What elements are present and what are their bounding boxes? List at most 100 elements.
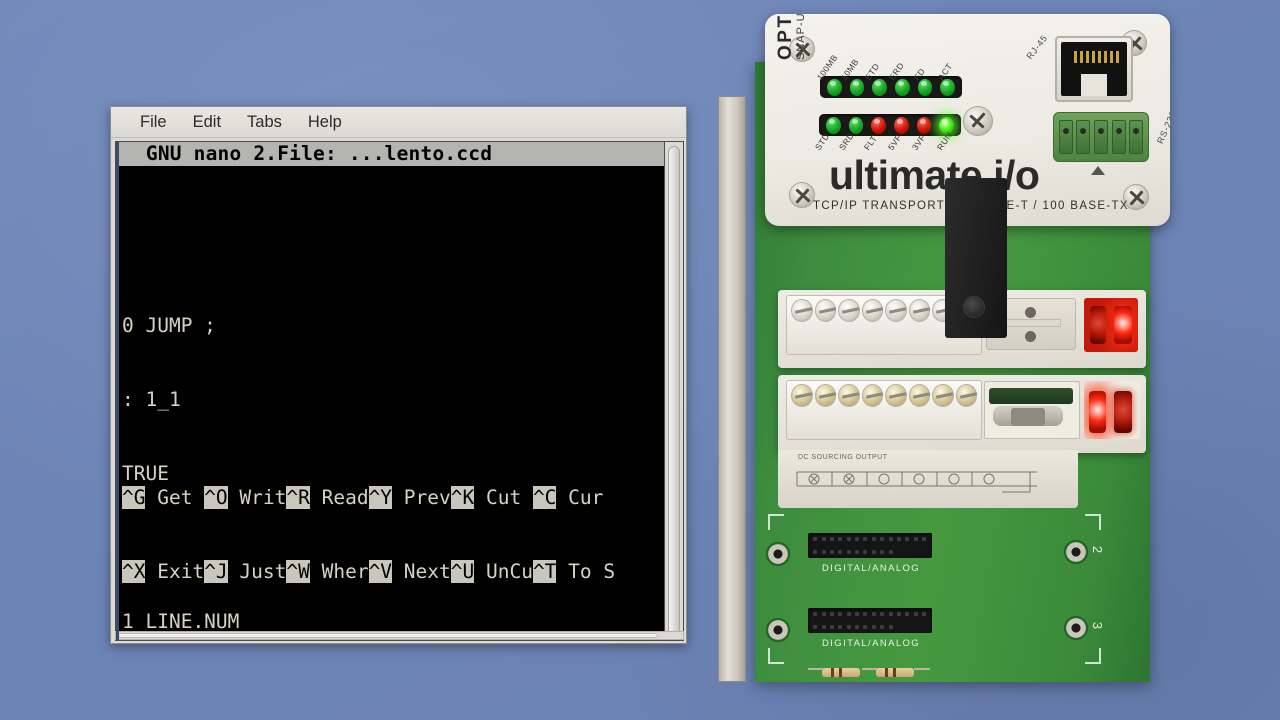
- led-srd: [848, 116, 864, 134]
- rs232-pin: [1058, 120, 1073, 154]
- menu-help[interactable]: Help: [299, 111, 351, 134]
- led-flt: [871, 116, 887, 134]
- nano-shortcut-bar: ^G Get ^O Writ^R Read^Y Prev^K Cut ^C Cu…: [116, 436, 664, 634]
- orientation-triangle-icon: [1091, 166, 1105, 175]
- shortcut-key-prevpage[interactable]: ^Y: [368, 485, 393, 509]
- shortcut-key-justify[interactable]: ^J: [204, 559, 228, 583]
- shortcut-key-readfile[interactable]: ^R: [286, 485, 310, 509]
- nano-line: : 1_1: [122, 387, 181, 411]
- black-connector-bar: [945, 178, 1007, 338]
- shortcut-label-curpos: Cur: [556, 485, 604, 509]
- shortcut-key-exit[interactable]: ^X: [122, 559, 146, 583]
- resistor-lead: [862, 668, 878, 670]
- terminal-screw: [791, 299, 813, 322]
- header-label-digital-analog-2: DIGITAL/ANALOG: [822, 563, 921, 574]
- scrollbar-thumb[interactable]: [668, 146, 680, 636]
- shortcut-key-get-help[interactable]: ^G: [122, 485, 146, 509]
- nano-title-bar: GNU nano 2.File: ...lento.ccd: [116, 142, 664, 166]
- system-status-leds: [819, 114, 961, 136]
- output-led-lit: [1089, 391, 1106, 433]
- terminal-screw: [955, 384, 977, 407]
- terminal-window[interactable]: File Edit Tabs Help GNU nano 2.File: ...…: [110, 106, 687, 644]
- led-10mb: [849, 78, 865, 96]
- output-indicator-window-lower: [1084, 381, 1140, 439]
- shortcut-key-whereis[interactable]: ^W: [286, 559, 310, 583]
- shortcut-label-get-help: Get: [145, 485, 205, 509]
- header-label-digital-analog-3: DIGITAL/ANALOG: [822, 638, 921, 649]
- led-std: [826, 116, 841, 134]
- pcb-mounting-hole: [1064, 616, 1088, 640]
- screw-icon: [963, 296, 985, 318]
- shortcut-key-writeout[interactable]: ^O: [204, 485, 228, 509]
- pcb-mounting-hole: [1064, 540, 1088, 564]
- digital-analog-header-2: [808, 533, 932, 558]
- terminal-screw: [885, 384, 907, 407]
- shortcut-label-justify: Just: [227, 559, 287, 583]
- shortcut-key-tospell[interactable]: ^T: [532, 559, 557, 583]
- terminal-body[interactable]: GNU nano 2.File: ...lento.ccd 0 JUMP ; :…: [115, 141, 684, 641]
- menu-edit[interactable]: Edit: [184, 111, 230, 134]
- menu-tabs[interactable]: Tabs: [238, 111, 291, 134]
- pcb-fiducial-corner: [1085, 514, 1101, 530]
- shortcut-key-cuttext[interactable]: ^K: [450, 485, 475, 509]
- menu-file[interactable]: File: [131, 111, 176, 134]
- shortcut-key-curpos[interactable]: ^C: [532, 485, 557, 509]
- terminal-screw: [932, 384, 954, 407]
- rs232-pin: [1093, 120, 1108, 154]
- led-5vf: [894, 116, 909, 134]
- nano-shortcut-row-2: ^X Exit^J Just^W Wher^V Next^U UnCu^T To…: [122, 559, 664, 585]
- shortcut-label-exit: Exit: [145, 559, 205, 583]
- menu-bar: File Edit Tabs Help: [111, 107, 686, 138]
- terminal-vertical-scrollbar[interactable]: [664, 142, 683, 640]
- pcb-mounting-hole: [766, 618, 790, 642]
- terminal-screw: [791, 384, 813, 407]
- terminal-screw: [814, 384, 836, 407]
- digital-analog-header-3: [808, 608, 932, 633]
- output-led-dim: [1114, 391, 1132, 433]
- nano-editor-screen[interactable]: GNU nano 2.File: ...lento.ccd 0 JUMP ; :…: [116, 142, 664, 640]
- rj45-ethernet-port: [1055, 36, 1133, 102]
- schematic-diagram: [796, 471, 1037, 493]
- model-number: SNAP-UP1-ADS: [795, 14, 807, 60]
- module-silkscreen-panel: DC SOURCING OUTPUT: [778, 450, 1078, 508]
- output-indicator-window-upper: [1084, 298, 1138, 352]
- terminal-horizontal-scrollbar[interactable]: [115, 631, 684, 640]
- shortcut-key-nextpage[interactable]: ^V: [368, 559, 393, 583]
- led-etd: [872, 78, 888, 96]
- din-rail: [718, 96, 746, 682]
- output-led-lit: [1114, 306, 1132, 344]
- terminal-screw: [861, 384, 883, 407]
- led-3vf: [916, 116, 932, 134]
- terminal-screw: [885, 299, 907, 322]
- output-module-lower: [778, 375, 1146, 453]
- led-100mb: [827, 78, 842, 96]
- nano-shortcut-row-1: ^G Get ^O Writ^R Read^Y Prev^K Cut ^C Cu…: [122, 485, 664, 511]
- rack-position-3: 3: [1090, 621, 1106, 630]
- fuse-holder: [984, 381, 1080, 439]
- pcb-fiducial-corner: [768, 514, 784, 530]
- opto22-device-photo: OPTO 22 SNAP-UP1-ADS ultimate i/o TCP/IP…: [700, 0, 1280, 720]
- shortcut-label-whereis: Wher: [309, 559, 369, 583]
- terminal-screw: [838, 299, 860, 322]
- pcb-fiducial-corner: [768, 648, 784, 664]
- nano-line: 0 JUMP ;: [122, 313, 216, 337]
- rs232-pin: [1111, 120, 1126, 154]
- scrollbar-thumb[interactable]: [118, 633, 658, 638]
- terminal-screw: [908, 299, 930, 322]
- shortcut-label-nextpage: Next: [392, 559, 451, 583]
- shortcut-key-uncut[interactable]: ^U: [450, 559, 475, 583]
- nano-line: [122, 239, 664, 264]
- terminal-screw: [861, 299, 883, 322]
- terminal-strip-lower: [786, 380, 982, 440]
- led-label-std: STD: [812, 131, 832, 152]
- screw-icon: [963, 106, 993, 136]
- rack-position-2: 2: [1090, 545, 1106, 554]
- terminal-screw: [814, 299, 836, 322]
- brand-opto22: OPTO 22: [775, 14, 797, 60]
- shortcut-label-tospell: To S: [556, 559, 616, 583]
- resistor-lead: [914, 668, 930, 670]
- shortcut-label-uncut: UnCu: [474, 559, 533, 583]
- output-led-dim: [1090, 306, 1106, 344]
- terminal-screw: [908, 384, 930, 407]
- product-name: ultimate i/o: [829, 152, 1040, 198]
